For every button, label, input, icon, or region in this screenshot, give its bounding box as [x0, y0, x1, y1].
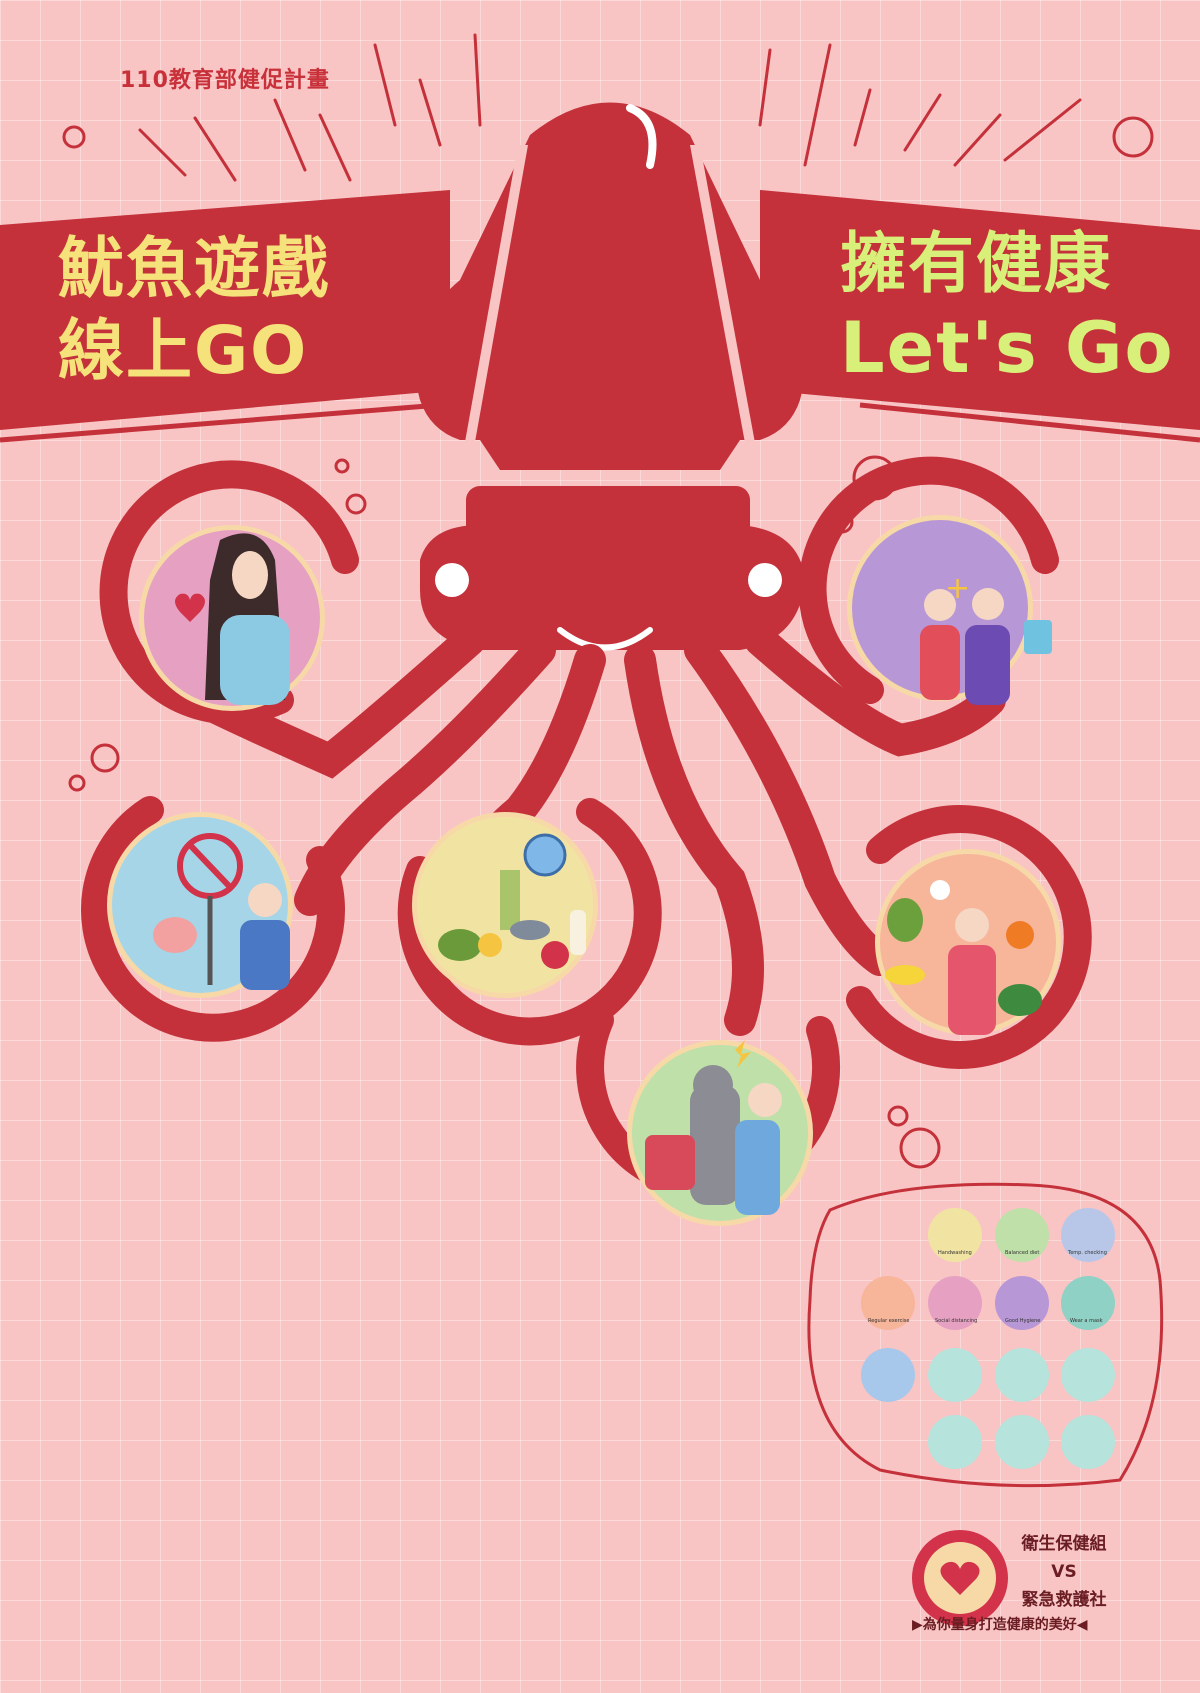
health-circle-2 [107, 812, 293, 998]
icon-label: Handwashing [938, 1250, 972, 1256]
squid-eye-left [435, 563, 469, 597]
health-circle-5 [875, 849, 1061, 1035]
health-circle-3 [412, 812, 598, 998]
slogan: ▶為你量身打造健康的美好◀ [912, 1617, 1088, 1633]
title-left: 魷魚遊戲 線上GO [58, 228, 330, 392]
title-right-line2: Let's Go [840, 307, 1175, 389]
project-label: 110教育部健促計畫 [120, 68, 330, 93]
health-circle-4: + [847, 515, 1052, 705]
organizer-line3: 緊急救護社 [1021, 1590, 1107, 1610]
heart-hands-icon [912, 1530, 1008, 1626]
title-right: 擁有健康 Let's Go [840, 222, 1175, 390]
icon-label: Good Hygiene [1005, 1318, 1041, 1324]
health-circle-1 [139, 525, 325, 711]
organizer-line2: VS [1051, 1562, 1077, 1582]
organizer: 衛生保健組 VS 緊急救護社 [1014, 1530, 1114, 1614]
icon-label: Social distancing [935, 1318, 978, 1324]
title-left-line2: 線上GO [58, 312, 309, 389]
health-circle-6 [627, 1040, 813, 1226]
icon-grid-circles [861, 1208, 1115, 1469]
poster: + 110教育部健促計畫 魷魚遊戲 線上GO 擁有健康 Let's Go Han… [0, 0, 1200, 1693]
squid-eye-right [748, 563, 782, 597]
svg-text:+: + [945, 571, 970, 606]
organizer-line1: 衛生保健組 [1021, 1534, 1107, 1554]
icon-label: Balanced diet [1005, 1250, 1040, 1256]
title-right-line1: 擁有健康 [840, 225, 1112, 302]
title-left-line1: 魷魚遊戲 [58, 230, 330, 307]
icon-label: Wear a mask [1070, 1318, 1103, 1324]
icon-label: Temp. checking [1068, 1250, 1107, 1256]
icon-label: Regular exercise [868, 1318, 910, 1324]
